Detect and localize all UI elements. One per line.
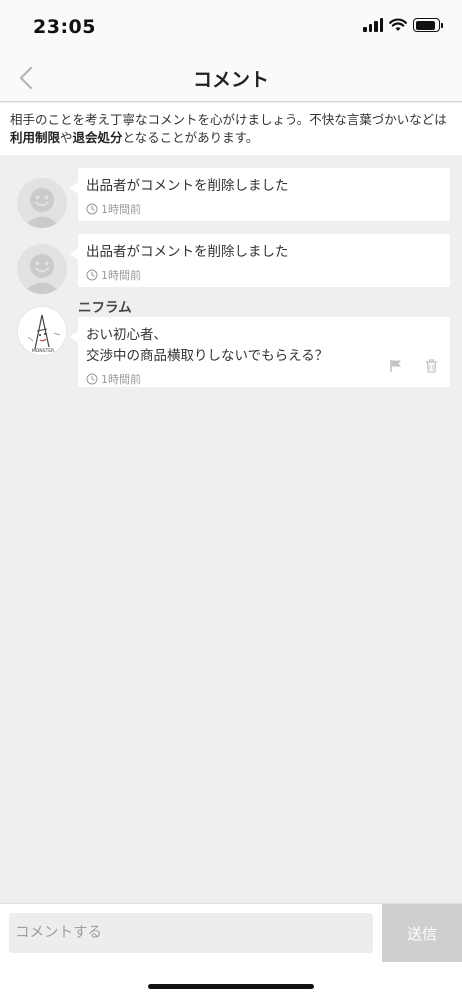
- comment-meta: 1時間前: [86, 202, 442, 216]
- comment-bubble: 出品者がコメントを削除しました 1時間前: [70, 168, 450, 221]
- comment-time: 1時間前: [101, 203, 141, 216]
- status-icons: [363, 18, 443, 32]
- page-title: コメント: [192, 69, 269, 91]
- navigation-bar: コメント: [0, 54, 462, 102]
- comment-input[interactable]: [9, 913, 373, 953]
- comment-composer: 送信: [0, 903, 462, 963]
- comment-text: 出品者がコメントを削除しました: [86, 244, 289, 260]
- comment-time: 1時間前: [101, 373, 141, 386]
- comment-meta: 1時間前: [86, 268, 442, 282]
- battery-icon: [413, 18, 443, 32]
- trash-icon[interactable]: [425, 358, 438, 377]
- clock-icon: [86, 373, 98, 385]
- cellular-signal-icon: [363, 18, 383, 32]
- status-bar: 23:05: [0, 0, 462, 54]
- comment-time: 1時間前: [101, 269, 141, 282]
- wifi-icon: [389, 18, 407, 31]
- comment-bubble: 出品者がコメントを削除しました 1時間前: [70, 234, 450, 287]
- send-button[interactable]: 送信: [382, 904, 462, 963]
- comment-user-name[interactable]: ニフラム: [78, 296, 132, 316]
- comment-bubble: おい初心者、 交渉中の商品横取りしないでもらえる？ 1時間前: [70, 317, 450, 387]
- comment-guideline-notice: 相手のことを考え丁寧なコメントを心がけましょう。不快な言葉づかいなどは利用制限や…: [0, 103, 462, 155]
- flag-icon[interactable]: [389, 358, 403, 377]
- notice-text-1: 相手のことを考え丁寧なコメントを心がけましょう。不快な言葉づかいなどは: [10, 112, 447, 127]
- notice-text-3: となることがあります。: [122, 130, 259, 145]
- clock-icon: [86, 203, 98, 215]
- notice-bold-usage-restriction: 利用制限: [10, 130, 61, 145]
- notice-text-2: や: [60, 130, 73, 145]
- home-indicator-area: [0, 962, 462, 999]
- notice-bold-account-termination: 退会処分: [72, 130, 123, 145]
- user-avatar[interactable]: MONSTER: [17, 306, 67, 356]
- default-avatar-icon: [17, 244, 67, 294]
- home-indicator[interactable]: [148, 984, 314, 989]
- avatar-caption: MONSTER: [32, 348, 54, 354]
- status-time: 23:05: [33, 16, 96, 38]
- comment-actions: [389, 358, 438, 377]
- comment-text: 出品者がコメントを削除しました: [86, 178, 289, 194]
- default-avatar-icon: [17, 178, 67, 228]
- clock-icon: [86, 269, 98, 281]
